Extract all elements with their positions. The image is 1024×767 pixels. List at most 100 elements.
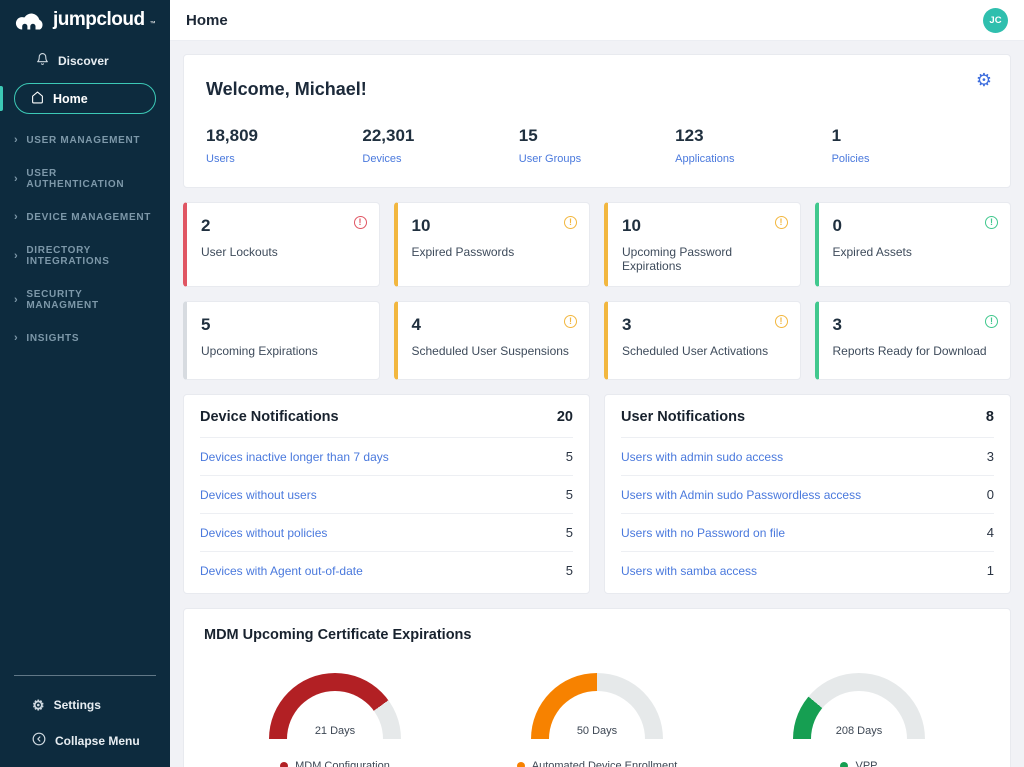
stat-link-users[interactable]: Users: [206, 153, 362, 165]
panel-title: User Notifications: [621, 409, 745, 425]
alert-label: User Lockouts: [201, 245, 365, 259]
row-value: 5: [566, 487, 573, 502]
alert-card-scheduled-user-activations[interactable]: 3 ! Scheduled User Activations: [604, 301, 801, 380]
sidebar-item-settings[interactable]: ⚙ Settings: [0, 688, 170, 722]
stat-value: 123: [675, 126, 831, 146]
home-icon: [31, 91, 44, 107]
link-users-samba-access[interactable]: Users with samba access: [621, 564, 757, 578]
alert-exclamation-icon: !: [564, 216, 577, 229]
stat-link-applications[interactable]: Applications: [675, 153, 831, 165]
row-value: 1: [987, 563, 994, 578]
stat-value: 18,809: [206, 126, 362, 146]
dashboard-settings-gear-icon[interactable]: ⚙: [976, 71, 992, 89]
notifications-section: Device Notifications 20 Devices inactive…: [183, 394, 1011, 594]
sidebar-item-home[interactable]: Home: [14, 83, 156, 114]
stat-user-groups: 15 User Groups: [519, 126, 675, 165]
alert-label: Scheduled User Suspensions: [412, 344, 576, 358]
stat-policies: 1 Policies: [832, 126, 988, 165]
gauge-days-label: 21 Days: [269, 725, 401, 737]
link-devices-without-policies[interactable]: Devices without policies: [200, 526, 327, 540]
alert-cards-row-2: 5 Upcoming Expirations 4 ! Scheduled Use…: [183, 301, 1011, 380]
sidebar-divider: [14, 675, 156, 676]
row-value: 5: [566, 449, 573, 464]
link-users-admin-sudo[interactable]: Users with admin sudo access: [621, 450, 783, 464]
gauge-automated-device-enrollment: 50 Days Automated Device Enrollment: [482, 673, 712, 767]
table-row: Devices without users 5: [200, 475, 573, 513]
sidebar-section-device-management[interactable]: › DEVICE MANAGEMENT: [0, 201, 170, 234]
sidebar-section-label: INSIGHTS: [26, 333, 79, 344]
legend-dot-icon: [517, 762, 525, 767]
alert-exclamation-icon: !: [354, 216, 367, 229]
sidebar-section-label: USER MANAGEMENT: [26, 135, 140, 146]
logo-text: jumpcloud: [53, 9, 145, 31]
row-value: 3: [987, 449, 994, 464]
link-devices-agent-out-of-date[interactable]: Devices with Agent out-of-date: [200, 564, 363, 578]
alert-value: 10: [412, 216, 576, 236]
summary-stats: 18,809 Users 22,301 Devices 15 User Grou…: [206, 126, 988, 165]
row-value: 0: [987, 487, 994, 502]
alert-cards-row-1: 2 ! User Lockouts 10 ! Expired Passwords…: [183, 202, 1011, 287]
sidebar-section-user-authentication[interactable]: › USER AUTHENTICATION: [0, 157, 170, 201]
alert-card-scheduled-user-suspensions[interactable]: 4 ! Scheduled User Suspensions: [394, 301, 591, 380]
sidebar-section-security-management[interactable]: › SECURITY MANAGMENT: [0, 278, 170, 322]
mdm-certificate-expirations-panel: MDM Upcoming Certificate Expirations 21 …: [183, 608, 1011, 767]
sidebar-item-label: Collapse Menu: [55, 734, 140, 748]
user-notifications-panel: User Notifications 8 Users with admin su…: [604, 394, 1011, 594]
sidebar-item-label: Home: [53, 92, 88, 106]
panel-title: Device Notifications: [200, 409, 339, 425]
link-devices-inactive[interactable]: Devices inactive longer than 7 days: [200, 450, 389, 464]
table-row: Users with admin sudo access 3: [621, 437, 994, 475]
sidebar-section-directory-integrations[interactable]: › DIRECTORY INTEGRATIONS: [0, 234, 170, 278]
sidebar-item-collapse-menu[interactable]: Collapse Menu: [0, 722, 170, 759]
page-title: Home: [186, 12, 228, 29]
gauge-chart: 208 Days: [793, 673, 925, 740]
table-row: Users with Admin sudo Passwordless acces…: [621, 475, 994, 513]
gauge-legend: Automated Device Enrollment: [482, 760, 712, 767]
alert-card-upcoming-expirations[interactable]: 5 Upcoming Expirations: [183, 301, 380, 380]
row-value: 4: [987, 525, 994, 540]
alert-exclamation-icon: !: [564, 315, 577, 328]
jumpcloud-logo[interactable]: jumpcloud ™: [0, 0, 170, 38]
stat-link-devices[interactable]: Devices: [362, 153, 518, 165]
alert-value: 2: [201, 216, 365, 236]
alert-label: Expired Passwords: [412, 245, 576, 259]
alert-card-expired-passwords[interactable]: 10 ! Expired Passwords: [394, 202, 591, 287]
alert-value: 3: [622, 315, 786, 335]
gauge-legend: MDM Configuration: [220, 760, 450, 767]
sidebar-section-label: USER AUTHENTICATION: [26, 168, 156, 190]
alert-label: Scheduled User Activations: [622, 344, 786, 358]
sidebar-section-user-management[interactable]: › USER MANAGEMENT: [0, 124, 170, 157]
gauge-chart: 50 Days: [531, 673, 663, 740]
alert-value: 0: [833, 216, 997, 236]
chevron-right-icon: ›: [14, 212, 18, 223]
alert-card-expired-assets[interactable]: 0 ! Expired Assets: [815, 202, 1012, 287]
sidebar-item-discover[interactable]: Discover: [0, 44, 170, 77]
panel-title: MDM Upcoming Certificate Expirations: [204, 627, 990, 643]
user-avatar[interactable]: JC: [983, 8, 1008, 33]
cloud-logo-icon: [14, 9, 48, 38]
alert-card-reports-ready[interactable]: 3 ! Reports Ready for Download: [815, 301, 1012, 380]
stat-value: 22,301: [362, 126, 518, 146]
alert-value: 3: [833, 315, 997, 335]
link-devices-without-users[interactable]: Devices without users: [200, 488, 317, 502]
legend-dot-icon: [840, 762, 848, 767]
sidebar-section-insights[interactable]: › INSIGHTS: [0, 322, 170, 355]
link-users-no-password[interactable]: Users with no Password on file: [621, 526, 785, 540]
active-nav-indicator: [0, 86, 3, 111]
bell-icon: [36, 52, 49, 69]
alert-card-upcoming-password-expirations[interactable]: 10 ! Upcoming Password Expirations: [604, 202, 801, 287]
legend-label: VPP: [855, 760, 877, 767]
stat-users: 18,809 Users: [206, 126, 362, 165]
chevron-right-icon: ›: [14, 251, 18, 262]
row-value: 5: [566, 563, 573, 578]
link-users-admin-sudo-passwordless[interactable]: Users with Admin sudo Passwordless acces…: [621, 488, 861, 502]
alert-card-user-lockouts[interactable]: 2 ! User Lockouts: [183, 202, 380, 287]
chevron-right-icon: ›: [14, 333, 18, 344]
stat-link-policies[interactable]: Policies: [832, 153, 988, 165]
alert-value: 5: [201, 315, 365, 335]
table-row: Devices inactive longer than 7 days 5: [200, 437, 573, 475]
gauge-mdm-configuration: 21 Days MDM Configuration: [220, 673, 450, 767]
sidebar: jumpcloud ™ Discover Home › USER MANAGEM…: [0, 0, 170, 767]
panel-total: 8: [986, 409, 994, 425]
stat-link-user-groups[interactable]: User Groups: [519, 153, 675, 165]
